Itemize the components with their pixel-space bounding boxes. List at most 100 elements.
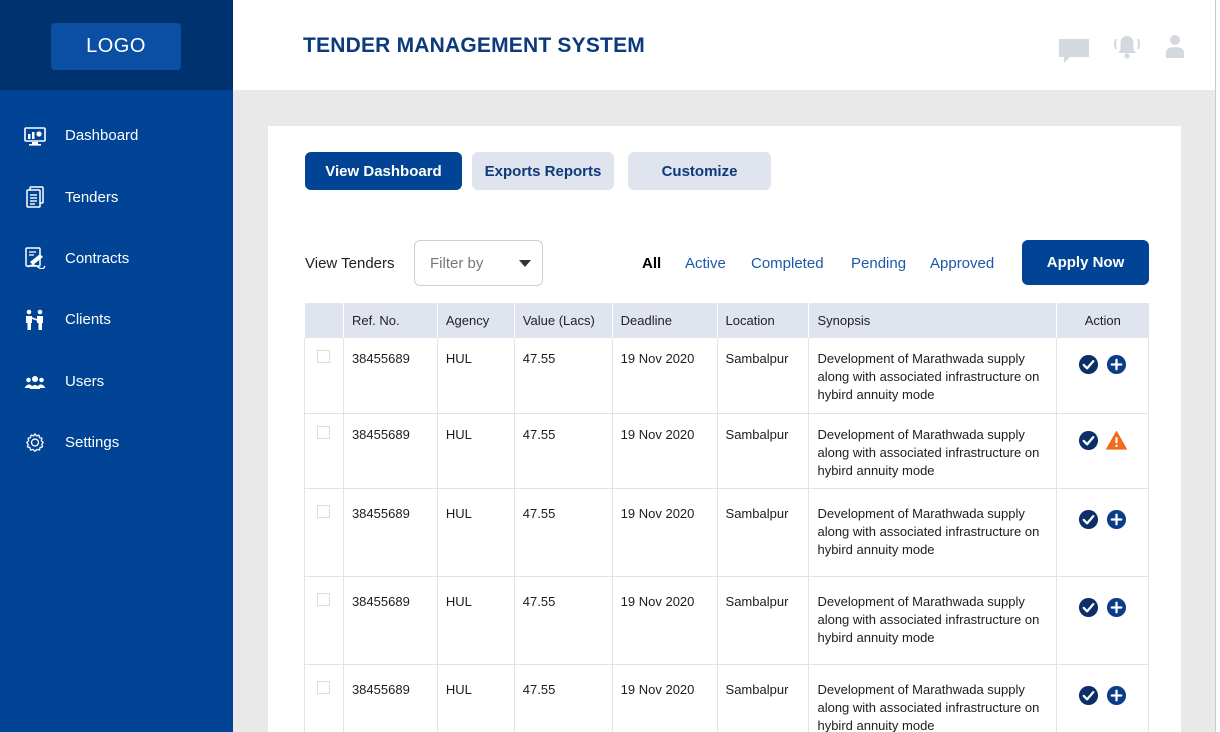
- sidebar-item-contracts[interactable]: Contracts: [0, 228, 233, 289]
- tenders-table: Ref. No. Agency Value (Lacs) Deadline Lo…: [304, 303, 1149, 732]
- cell-ref: 38455689: [343, 664, 438, 732]
- table-row: 38455689 HUL 47.55 19 Nov 2020 Sambalpur…: [304, 664, 1149, 732]
- cell-ref: 38455689: [343, 488, 438, 577]
- cell-synopsis: Development of Marathwada supply along w…: [808, 576, 1058, 665]
- cell-actions: [1056, 413, 1149, 489]
- row-checkbox[interactable]: [317, 350, 330, 363]
- chat-icon[interactable]: [1058, 38, 1090, 64]
- tab-active[interactable]: Active: [685, 255, 726, 272]
- apply-now-button[interactable]: Apply Now: [1022, 240, 1149, 285]
- sidebar-nav: Dashboard Tenders Contracts Clients User…: [0, 105, 233, 473]
- column-header-ref[interactable]: Ref. No.: [343, 303, 438, 338]
- plus-circle-icon[interactable]: [1106, 354, 1127, 375]
- plus-circle-icon[interactable]: [1106, 597, 1127, 618]
- sidebar-item-clients[interactable]: Clients: [0, 289, 233, 350]
- sidebar-item-label: Users: [65, 372, 105, 390]
- filter-placeholder: Filter by: [430, 254, 484, 272]
- table-row: 38455689 HUL 47.55 19 Nov 2020 Sambalpur…: [304, 576, 1149, 665]
- users-icon: [24, 370, 46, 392]
- cell-agency: HUL: [437, 576, 515, 665]
- tab-completed[interactable]: Completed: [751, 255, 824, 272]
- cell-agency: HUL: [437, 664, 515, 732]
- cell-value: 47.55: [514, 413, 613, 489]
- sidebar-item-label: Tenders: [65, 188, 119, 206]
- cell-value: 47.55: [514, 576, 613, 665]
- cell-value: 47.55: [514, 488, 613, 577]
- check-circle-icon[interactable]: [1078, 597, 1099, 618]
- sidebar-item-settings[interactable]: Settings: [0, 412, 233, 473]
- column-header-synopsis[interactable]: Synopsis: [808, 303, 1058, 338]
- main-card: View Dashboard Exports Reports Customize…: [268, 126, 1181, 732]
- cell-value: 47.55: [514, 338, 613, 414]
- logo-area: LOGO: [0, 0, 233, 90]
- column-header-deadline[interactable]: Deadline: [612, 303, 718, 338]
- sidebar-item-users[interactable]: Users: [0, 351, 233, 412]
- column-header-action: Action: [1056, 303, 1149, 338]
- dashboard-icon: [24, 125, 46, 147]
- cell-synopsis: Development of Marathwada supply along w…: [808, 413, 1058, 489]
- plus-circle-icon[interactable]: [1106, 685, 1127, 706]
- plus-circle-icon[interactable]: [1106, 509, 1127, 530]
- warning-icon[interactable]: [1106, 430, 1128, 451]
- check-circle-icon[interactable]: [1078, 509, 1099, 530]
- cell-location: Sambalpur: [717, 664, 810, 732]
- cell-deadline: 19 Nov 2020: [612, 488, 718, 577]
- row-checkbox[interactable]: [317, 425, 330, 439]
- sidebar-item-label: Contracts: [65, 249, 130, 267]
- cell-location: Sambalpur: [717, 413, 810, 489]
- contracts-icon: [24, 247, 46, 270]
- cell-agency: HUL: [437, 488, 515, 577]
- caret-down-icon: [519, 260, 531, 267]
- clients-icon: [24, 309, 46, 331]
- filter-dropdown[interactable]: Filter by: [414, 240, 543, 286]
- check-circle-icon[interactable]: [1078, 685, 1099, 706]
- view-tenders-label: View Tenders: [305, 255, 395, 272]
- tab-pending[interactable]: Pending: [851, 255, 906, 272]
- column-header-value[interactable]: Value (Lacs): [514, 303, 613, 338]
- row-checkbox[interactable]: [317, 504, 330, 518]
- cell-agency: HUL: [437, 413, 515, 489]
- row-checkbox[interactable]: [317, 680, 330, 694]
- cell-location: Sambalpur: [717, 576, 810, 665]
- cell-actions: [1056, 664, 1149, 732]
- cell-actions: [1056, 338, 1149, 414]
- cell-synopsis: Development of Marathwada supply along w…: [808, 664, 1058, 732]
- window-edge: [1215, 0, 1220, 732]
- cell-ref: 38455689: [343, 576, 438, 665]
- cell-synopsis: Development of Marathwada supply along w…: [808, 488, 1058, 577]
- cell-location: Sambalpur: [717, 488, 810, 577]
- check-circle-icon[interactable]: [1078, 354, 1099, 375]
- column-header-location[interactable]: Location: [717, 303, 810, 338]
- cell-synopsis: Development of Marathwada supply along w…: [808, 338, 1058, 414]
- cell-deadline: 19 Nov 2020: [612, 576, 718, 665]
- table-row: 38455689 HUL 47.55 19 Nov 2020 Sambalpur…: [304, 338, 1149, 414]
- cell-location: Sambalpur: [717, 338, 810, 414]
- column-header-agency[interactable]: Agency: [437, 303, 515, 338]
- check-circle-icon[interactable]: [1078, 430, 1099, 451]
- sidebar-item-tenders[interactable]: Tenders: [0, 166, 233, 227]
- table-row: 38455689 HUL 47.55 19 Nov 2020 Sambalpur…: [304, 488, 1149, 577]
- page-title: TENDER MANAGEMENT SYSTEM: [303, 34, 645, 57]
- customize-button[interactable]: Customize: [628, 152, 771, 190]
- logo[interactable]: LOGO: [51, 23, 181, 70]
- top-header: TENDER MANAGEMENT SYSTEM: [233, 0, 1215, 90]
- cell-value: 47.55: [514, 664, 613, 732]
- tab-approved[interactable]: Approved: [930, 255, 994, 272]
- user-icon[interactable]: [1165, 34, 1185, 58]
- table-header-row: Ref. No. Agency Value (Lacs) Deadline Lo…: [304, 303, 1149, 338]
- tab-all[interactable]: All: [642, 255, 661, 272]
- sidebar-item-dashboard[interactable]: Dashboard: [0, 105, 233, 166]
- bell-icon[interactable]: [1113, 33, 1141, 61]
- cell-deadline: 19 Nov 2020: [612, 664, 718, 732]
- cell-deadline: 19 Nov 2020: [612, 413, 718, 489]
- select-column-header: [304, 303, 344, 338]
- row-checkbox[interactable]: [317, 592, 330, 606]
- table-row: 38455689 HUL 47.55 19 Nov 2020 Sambalpur…: [304, 413, 1149, 489]
- cell-ref: 38455689: [343, 338, 438, 414]
- sidebar: LOGO Dashboard Tenders Contracts Clients: [0, 0, 233, 732]
- exports-reports-button[interactable]: Exports Reports: [472, 152, 614, 190]
- cell-actions: [1056, 576, 1149, 665]
- sidebar-item-label: Settings: [65, 434, 120, 452]
- view-dashboard-button[interactable]: View Dashboard: [305, 152, 462, 190]
- sidebar-item-label: Dashboard: [65, 127, 139, 145]
